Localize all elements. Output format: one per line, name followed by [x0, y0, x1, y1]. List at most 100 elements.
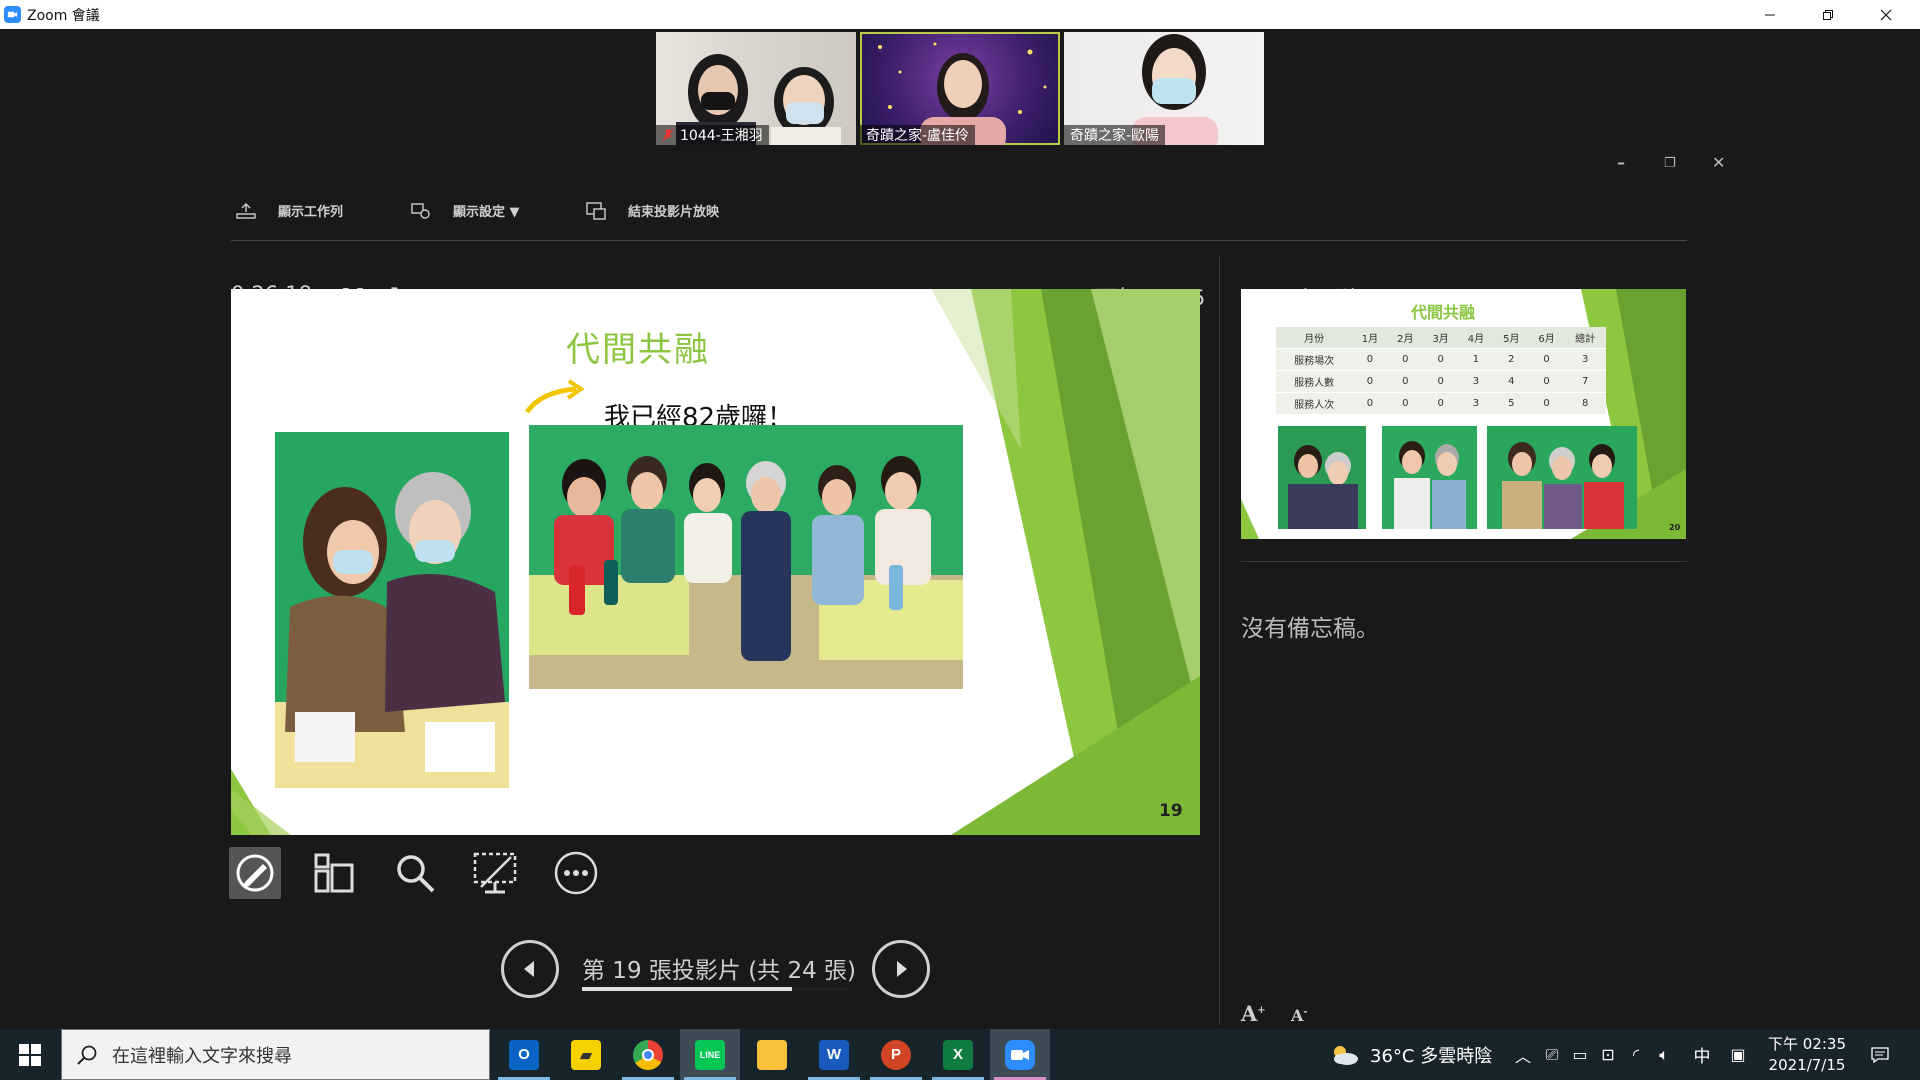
table-cell: 0 [1528, 348, 1565, 371]
previous-slide-button[interactable] [501, 940, 559, 998]
taskbar-line[interactable]: LINE [680, 1029, 740, 1080]
taskbar-powerpoint[interactable]: P [866, 1029, 926, 1080]
table-cell: 5 [1493, 392, 1529, 415]
pen-icon [236, 854, 274, 892]
table-cell: 0 [1387, 370, 1423, 393]
search-icon [77, 1045, 97, 1065]
folder-icon [757, 1039, 787, 1070]
taskbar-zoom[interactable] [990, 1029, 1050, 1080]
next-slide-preview[interactable]: 代間共融 月份 1月 2月 3月 4月 5月 6月 總計 服務場次 0 0 0 1 2 0 3 服務人數 0 0 0… [1241, 289, 1686, 539]
taskbar-date: 2021/7/15 [1768, 1056, 1846, 1074]
powerpoint-icon: P [881, 1039, 911, 1070]
ime-mode-icon[interactable]: ▣ [1724, 1029, 1752, 1080]
participant-video[interactable]: 1044-王湘羽 [656, 32, 856, 145]
slide-progress-bar [582, 987, 848, 991]
table-cell: 7 [1564, 370, 1606, 393]
magnifier-icon [397, 855, 435, 893]
chrome-icon [633, 1039, 663, 1070]
notes-divider[interactable] [1241, 561, 1687, 562]
taskbar-sticky-notes[interactable]: ▰ [556, 1029, 616, 1080]
zoom-icon [1005, 1039, 1035, 1070]
decrease-notes-font-button[interactable]: A- [1291, 1006, 1308, 1025]
notification-center-icon[interactable] [1860, 1029, 1900, 1080]
taskbar-clock[interactable]: 下午 02:35 2021/7/15 [1762, 1034, 1852, 1076]
slide-progress-fill [582, 987, 793, 991]
table-header-cell: 5月 [1493, 327, 1529, 349]
network-monitor-icon[interactable]: ⊡ [1594, 1029, 1622, 1080]
display-settings-button[interactable]: 顯示設定 ▼ [411, 201, 520, 220]
table-cell: 1 [1458, 348, 1494, 371]
meet-now-icon[interactable]: ⎚ [1538, 1029, 1566, 1080]
table-header-cell: 4月 [1458, 327, 1494, 349]
next-slide-button[interactable] [872, 940, 930, 998]
next-slide-number: 20 [1669, 523, 1681, 532]
taskbar-outlook[interactable]: O [494, 1029, 554, 1080]
slide-counter[interactable]: 第 19 張投影片 (共 24 張) [582, 951, 856, 985]
speaker-notes[interactable]: 沒有備忘稿。 [1241, 609, 1379, 643]
minimize-window-button[interactable] [1741, 0, 1799, 29]
table-cell: 0 [1352, 392, 1388, 415]
wifi-icon[interactable]: ◜ [1622, 1029, 1650, 1080]
search-placeholder: 在這裡輸入文字來搜尋 [112, 1045, 292, 1067]
increase-notes-font-button[interactable]: A+ [1241, 1001, 1266, 1026]
table-row: 服務人數 0 0 0 3 4 0 7 [1276, 370, 1606, 393]
table-cell: 3 [1458, 370, 1494, 393]
volume-icon[interactable]: 🔈︎ [1650, 1029, 1678, 1080]
table-header-cell: 總計 [1564, 327, 1606, 349]
word-icon: W [819, 1039, 849, 1070]
table-header-cell: 2月 [1387, 327, 1423, 349]
participant-video[interactable]: 奇蹟之家-歐陽 [1064, 32, 1264, 145]
input-method-indicator[interactable]: 中 [1688, 1029, 1716, 1080]
start-button[interactable] [0, 1029, 60, 1080]
panel-divider[interactable] [1219, 257, 1220, 1025]
end-show-icon [586, 201, 606, 220]
battery-icon[interactable]: ▭ [1566, 1029, 1594, 1080]
show-taskbar-button[interactable]: 顯示工作列 [236, 201, 343, 220]
taskbar-file-explorer[interactable] [742, 1029, 802, 1080]
participant-video-active-speaker[interactable]: 奇蹟之家-盧佳伶 [860, 32, 1060, 145]
zoom-into-slide-button[interactable] [389, 847, 441, 899]
next-photo-1 [1278, 426, 1366, 529]
window-title: Zoom 會議 [27, 7, 100, 24]
show-hidden-icons-button[interactable]: ︿ [1510, 1029, 1536, 1080]
taskbar-chrome[interactable] [618, 1029, 678, 1080]
table-cell: 3 [1458, 392, 1494, 415]
slide-title: 代間共融 [566, 330, 710, 370]
excel-icon: X [943, 1039, 973, 1070]
current-slide[interactable]: 代間共融 我已經82歲囉！ 19 [231, 289, 1200, 835]
taskbar-time: 下午 02:35 [1768, 1035, 1846, 1053]
next-slide-title: 代間共融 [1411, 303, 1476, 322]
arrow-left-icon [524, 961, 534, 977]
table-cell: 服務人次 [1276, 392, 1353, 415]
table-row: 服務場次 0 0 0 1 2 0 3 [1276, 348, 1606, 371]
sticky-notes-icon: ▰ [571, 1039, 601, 1070]
presenter-restore-button[interactable]: ❐ [1664, 156, 1676, 171]
see-all-slides-button[interactable] [308, 847, 360, 899]
table-row: 服務人次 0 0 0 3 5 0 8 [1276, 392, 1606, 415]
participant-name: 奇蹟之家-歐陽 [1070, 128, 1160, 144]
participant-name: 奇蹟之家-盧佳伶 [866, 128, 970, 144]
window-titlebar: Zoom 會議 [0, 0, 1920, 29]
end-slideshow-button[interactable]: 結束投影片放映 [586, 201, 719, 220]
participant-name-bar: 奇蹟之家-歐陽 [1064, 125, 1166, 145]
weather-widget[interactable]: 36°C 多雲時陰 [1330, 1029, 1492, 1080]
photo-group-knitting [529, 425, 963, 689]
presenter-minimize-button[interactable]: – [1617, 153, 1625, 172]
restore-window-button[interactable] [1799, 0, 1857, 29]
table-cell: 2 [1493, 348, 1529, 371]
presenter-toolbar: 顯示工作列 顯示設定 ▼ 結束投影片放映 [231, 179, 1687, 241]
table-cell: 服務人數 [1276, 370, 1353, 393]
table-cell: 0 [1528, 392, 1565, 415]
pen-tool-button[interactable] [229, 847, 281, 899]
more-options-button[interactable] [550, 847, 602, 899]
table-header-cell: 月份 [1276, 327, 1353, 349]
table-header-cell: 1月 [1352, 327, 1388, 349]
taskbar-excel[interactable]: X [928, 1029, 988, 1080]
black-screen-button[interactable] [469, 847, 521, 899]
table-cell: 0 [1352, 348, 1388, 371]
next-photo-3 [1487, 426, 1637, 529]
taskbar-search-box[interactable]: 在這裡輸入文字來搜尋 [61, 1029, 490, 1080]
close-window-button[interactable] [1857, 0, 1915, 29]
presenter-close-button[interactable]: ✕ [1712, 153, 1725, 172]
taskbar-word[interactable]: W [804, 1029, 864, 1080]
